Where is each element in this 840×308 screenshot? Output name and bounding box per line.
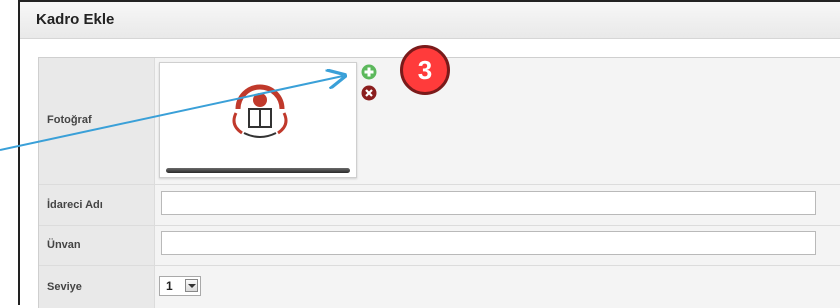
step-badge: 3	[400, 45, 450, 95]
